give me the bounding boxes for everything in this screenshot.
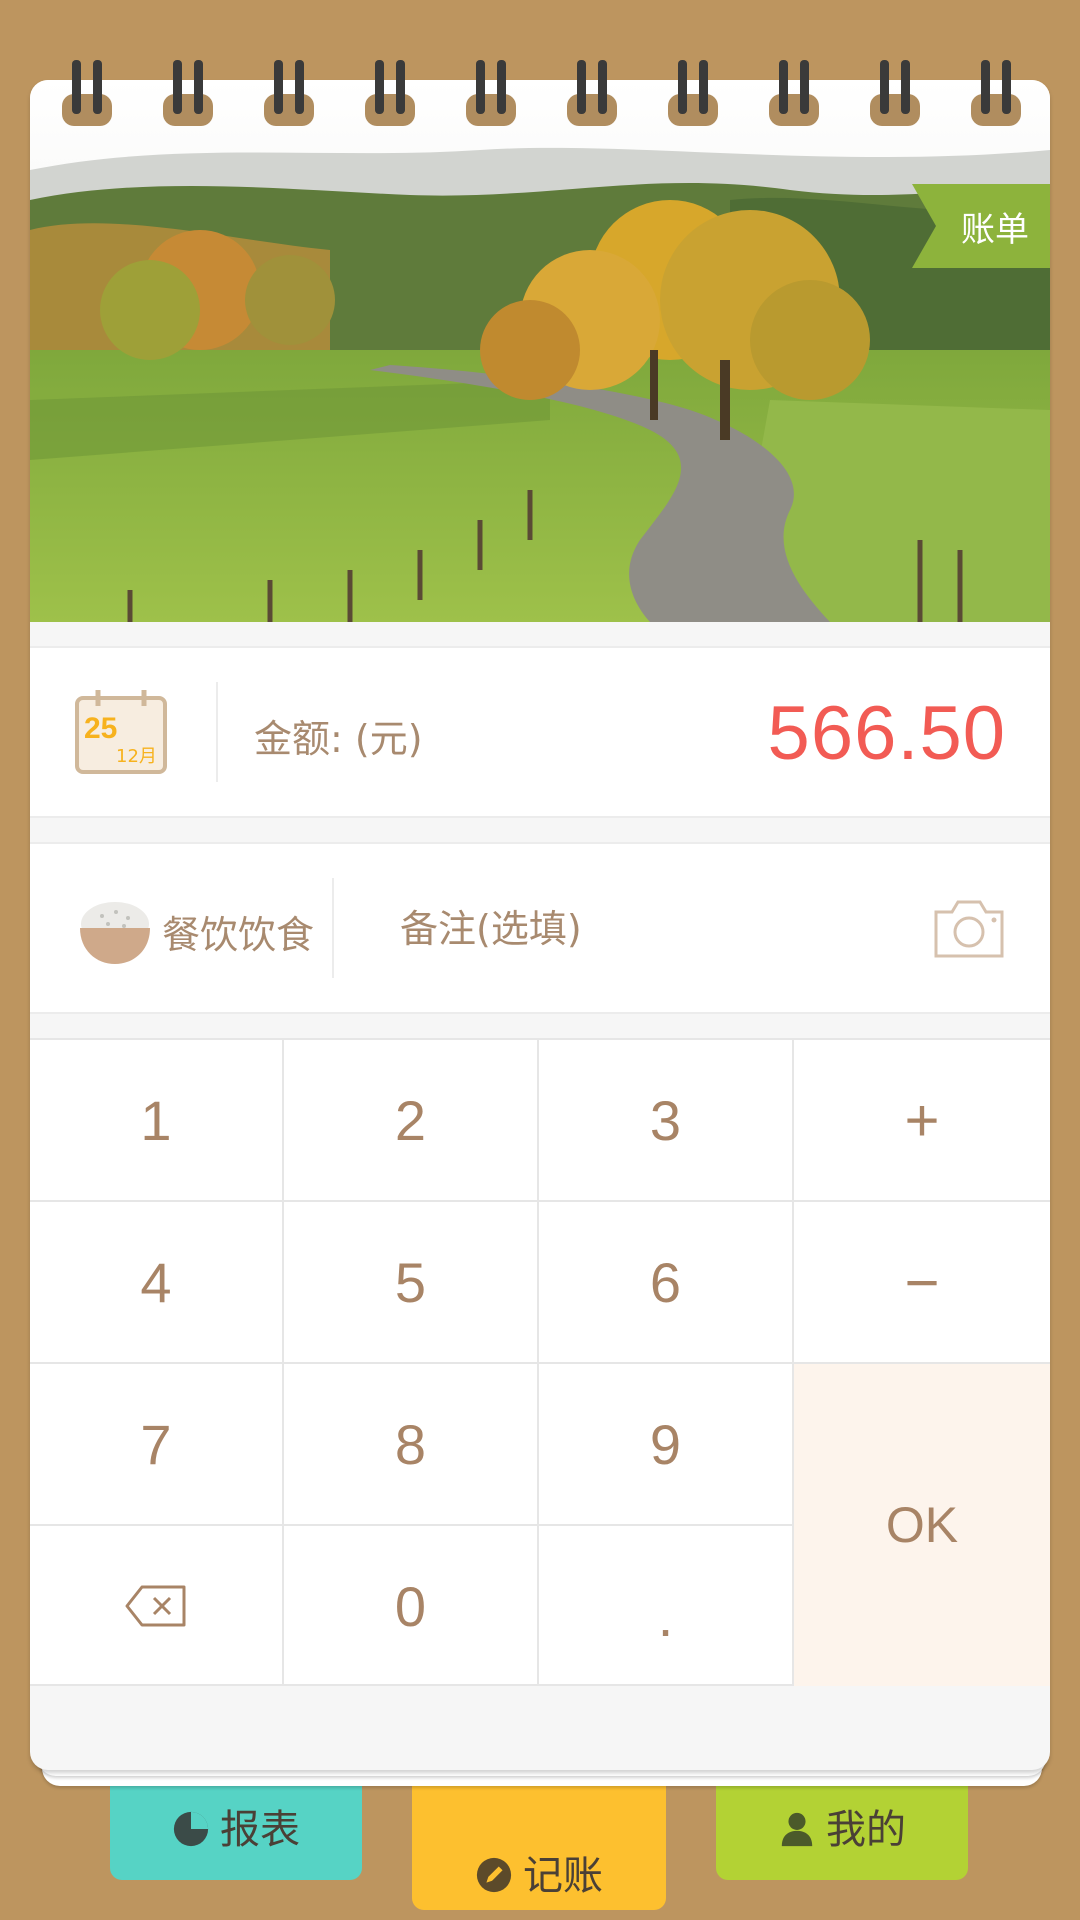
key-dot[interactable]: . bbox=[539, 1526, 794, 1686]
key-plus[interactable]: + bbox=[794, 1040, 1050, 1202]
memo-input[interactable] bbox=[400, 894, 920, 964]
divider bbox=[216, 682, 218, 782]
key-8[interactable]: 8 bbox=[284, 1364, 539, 1526]
rice-bowl-icon[interactable] bbox=[78, 894, 152, 966]
spiral-ring bbox=[264, 60, 314, 126]
key-2[interactable]: 2 bbox=[284, 1040, 539, 1202]
camera-icon[interactable] bbox=[932, 896, 1006, 960]
key-3[interactable]: 3 bbox=[539, 1040, 794, 1202]
divider bbox=[332, 878, 334, 978]
memo-row: 餐饮饮食 bbox=[30, 842, 1050, 1014]
backspace-button[interactable] bbox=[30, 1526, 284, 1686]
calendar-month: 12月 bbox=[116, 746, 157, 767]
spiral-ring bbox=[163, 60, 213, 126]
key-0[interactable]: 0 bbox=[284, 1526, 539, 1686]
pencil-icon bbox=[476, 1857, 512, 1893]
tab-mine-label: 我的 bbox=[826, 1807, 906, 1853]
user-icon bbox=[781, 1812, 813, 1847]
notebook-card: 账单 25 12月 金额: (元) 566.50 餐饮饮食 备注(选填) 1 2… bbox=[30, 80, 1050, 1770]
amount-row: 25 12月 金额: (元) 566.50 bbox=[30, 646, 1050, 818]
key-6[interactable]: 6 bbox=[539, 1202, 794, 1364]
spiral-ring bbox=[668, 60, 718, 126]
key-5[interactable]: 5 bbox=[284, 1202, 539, 1364]
amount-value: 566.50 bbox=[767, 691, 1006, 776]
tab-report-label: 报表 bbox=[220, 1807, 300, 1853]
category-label[interactable]: 餐饮饮食 bbox=[162, 904, 314, 959]
landscape-photo bbox=[30, 80, 1050, 622]
key-1[interactable]: 1 bbox=[30, 1040, 284, 1202]
key-9[interactable]: 9 bbox=[539, 1364, 794, 1526]
spiral-ring bbox=[62, 60, 112, 126]
amount-label: 金额: (元) bbox=[254, 717, 423, 761]
spiral-ring bbox=[365, 60, 415, 126]
spiral-ring bbox=[870, 60, 920, 126]
spiral-ring bbox=[971, 60, 1021, 126]
calendar-day: 25 bbox=[84, 712, 117, 745]
spiral-ring bbox=[769, 60, 819, 126]
key-4[interactable]: 4 bbox=[30, 1202, 284, 1364]
key-minus[interactable]: − bbox=[794, 1202, 1050, 1364]
ok-button[interactable]: OK bbox=[794, 1364, 1050, 1686]
backspace-icon bbox=[125, 1585, 186, 1627]
keypad: 1 2 3 + 4 5 6 − 7 8 9 OK 0 . bbox=[30, 1038, 1050, 1686]
spiral-ring bbox=[567, 60, 617, 126]
spiral-ring bbox=[466, 60, 516, 126]
tab-record-label: 记账 bbox=[523, 1853, 603, 1899]
pie-chart-icon bbox=[173, 1811, 209, 1847]
calendar-icon[interactable]: 25 12月 bbox=[74, 688, 168, 776]
key-7[interactable]: 7 bbox=[30, 1364, 284, 1526]
